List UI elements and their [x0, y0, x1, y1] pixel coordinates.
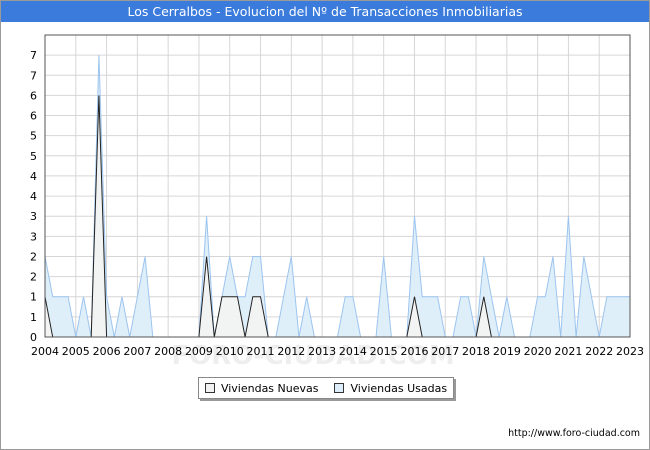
- x-tick-label: 2022: [585, 345, 613, 358]
- legend: Viviendas Nuevas Viviendas Usadas: [198, 377, 454, 399]
- x-tick-label: 2006: [93, 345, 121, 358]
- x-tick-label: 2020: [524, 345, 552, 358]
- x-tick-label: 2014: [339, 345, 367, 358]
- y-axis-ticks: 0 1 1 2 2 3 3 4 4 5 5 6 6 7 7: [30, 49, 37, 344]
- x-tick-label: 2004: [31, 345, 59, 358]
- source-url: http://www.foro-ciudad.com: [508, 428, 640, 439]
- x-tick-label: 2008: [154, 345, 182, 358]
- x-tick-label: 2018: [462, 345, 490, 358]
- y-tick-label: 5: [30, 130, 37, 143]
- y-tick-label: 3: [30, 230, 37, 243]
- y-tick-label: 4: [30, 170, 37, 183]
- y-tick-label: 7: [30, 49, 37, 62]
- y-tick-label: 4: [30, 190, 37, 203]
- legend-label-nuevas: Viviendas Nuevas: [220, 381, 319, 395]
- y-tick-label: 2: [30, 271, 37, 284]
- y-tick-label: 1: [30, 311, 37, 324]
- y-tick-label: 1: [30, 291, 37, 304]
- grid-layer: [44, 35, 631, 338]
- x-tick-label: 2023: [616, 345, 644, 358]
- x-tick-label: 2011: [247, 345, 275, 358]
- legend-swatch-usadas: [334, 383, 345, 393]
- y-tick-label: 2: [30, 250, 37, 263]
- x-tick-label: 2021: [554, 345, 582, 358]
- y-tick-label: 3: [30, 210, 37, 223]
- y-tick-label: 0: [30, 331, 37, 344]
- x-tick-label: 2013: [308, 345, 336, 358]
- y-tick-label: 5: [30, 150, 37, 163]
- legend-item-usadas: Viviendas Usadas: [334, 382, 447, 395]
- x-tick-label: 2009: [185, 345, 213, 358]
- x-tick-label: 2010: [216, 345, 244, 358]
- y-tick-label: 6: [30, 110, 37, 123]
- legend-item-nuevas: Viviendas Nuevas: [204, 381, 319, 395]
- x-tick-label: 2019: [493, 345, 521, 358]
- y-tick-label: 6: [30, 89, 37, 102]
- x-tick-label: 2012: [277, 345, 305, 358]
- x-tick-label: 2017: [431, 345, 459, 358]
- y-tick-label: 7: [30, 69, 37, 82]
- x-tick-label: 2016: [400, 345, 428, 358]
- x-tick-label: 2015: [370, 345, 398, 358]
- legend-label-usadas: Viviendas Usadas: [350, 381, 448, 395]
- legend-swatch-nuevas: [204, 383, 215, 393]
- x-tick-label: 2005: [62, 345, 90, 358]
- plot-area-border: [44, 34, 631, 338]
- x-tick-label: 2007: [123, 345, 151, 358]
